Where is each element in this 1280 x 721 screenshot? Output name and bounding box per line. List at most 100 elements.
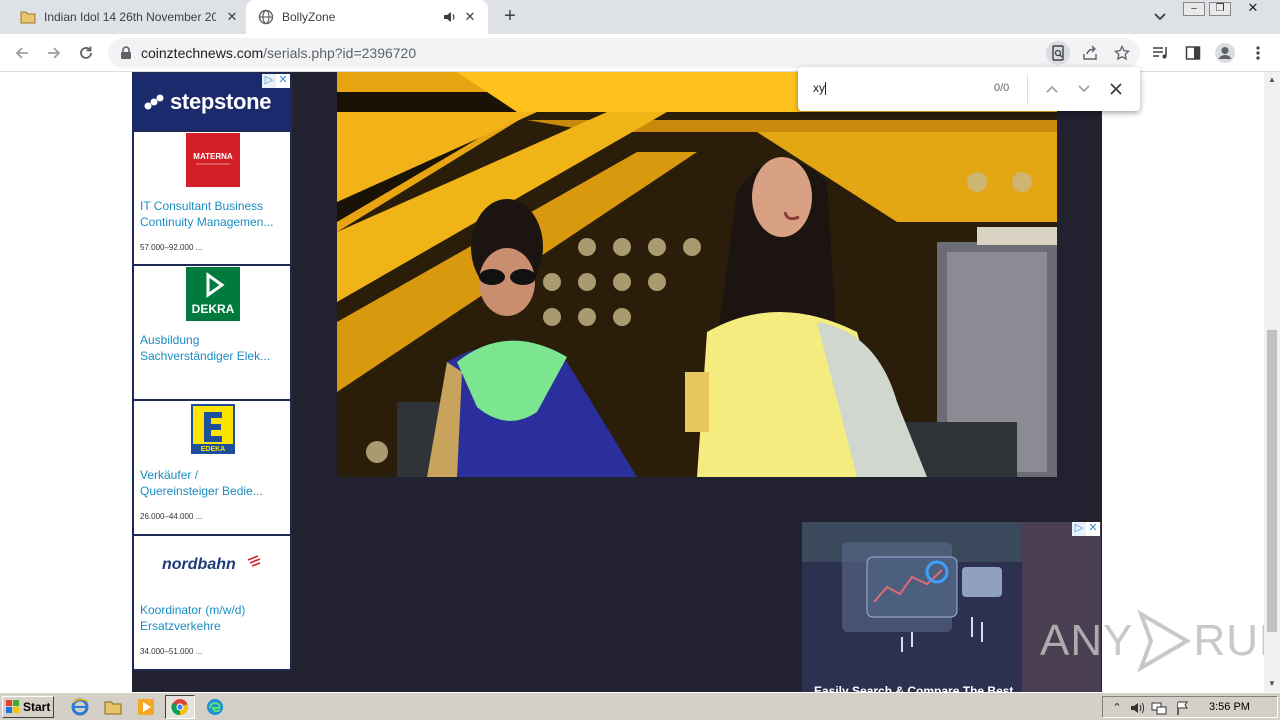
scrollbar-thumb[interactable] bbox=[1267, 330, 1277, 632]
watermark-text-left: ANY bbox=[1040, 616, 1134, 665]
job-title: Ausbildung Sachverständiger Elek... bbox=[140, 332, 288, 364]
job-title-line: Ersatzverkehre bbox=[140, 619, 221, 633]
salary-text: 26.000–44.000 ... bbox=[140, 512, 203, 521]
find-query-text: xy bbox=[813, 81, 825, 95]
reload-icon[interactable] bbox=[74, 41, 98, 65]
chrome-taskbar-icon[interactable] bbox=[165, 695, 195, 719]
url-path: /serials.php?id=2396720 bbox=[263, 45, 417, 61]
tab-title: Indian Idol 14 26th November 2023 V bbox=[44, 10, 216, 24]
find-divider bbox=[1027, 75, 1028, 103]
find-bar: xy 0/0 bbox=[798, 67, 1140, 111]
tab-indian-idol[interactable]: Indian Idol 14 26th November 2023 V ✕ bbox=[0, 0, 246, 34]
url-domain: coinztechnews.com bbox=[141, 45, 264, 61]
job-title-line: Ausbildung bbox=[140, 333, 200, 347]
window-close-button[interactable]: ✕ bbox=[1240, 1, 1266, 16]
salary-text: 34.000–51.000 ... bbox=[140, 647, 203, 656]
close-tab-icon[interactable]: ✕ bbox=[224, 9, 240, 25]
job-title-line: Quereinsteiger Bedie... bbox=[140, 484, 263, 498]
nordbahn-logo-text: nordbahn bbox=[162, 556, 236, 573]
page-margin bbox=[0, 72, 132, 692]
video-frame-image bbox=[337, 72, 1057, 477]
tab-title: BollyZone bbox=[282, 10, 336, 24]
job-title: Koordinator (m/w/d) Ersatzverkehre bbox=[140, 602, 288, 634]
minimize-button[interactable]: – bbox=[1183, 2, 1205, 16]
job-title-line: Continuity Managemen... bbox=[140, 215, 274, 229]
bookmark-star-icon[interactable] bbox=[1110, 41, 1134, 65]
windows-taskbar: Start ⌃ 3:56 PM bbox=[0, 692, 1280, 720]
adchoices-icon[interactable]: ▷ bbox=[262, 74, 276, 88]
find-input[interactable]: xy bbox=[813, 81, 826, 96]
network-icon[interactable] bbox=[1151, 700, 1167, 716]
dekra-logo-text: DEKRA bbox=[192, 302, 235, 316]
job-title: Verkäufer / Quereinsteiger Bedie... bbox=[140, 467, 288, 499]
start-label: Start bbox=[23, 700, 51, 714]
media-player-icon[interactable] bbox=[136, 697, 156, 717]
nordbahn-logo: nordbahn bbox=[160, 537, 264, 591]
stepstone-wordmark: stepstone bbox=[170, 89, 272, 114]
volume-icon[interactable] bbox=[1129, 700, 1145, 716]
close-icon[interactable] bbox=[1104, 77, 1128, 101]
job-title: IT Consultant Business Continuity Manage… bbox=[140, 198, 288, 230]
tab-strip: Indian Idol 14 26th November 2023 V ✕ Bo… bbox=[0, 0, 1280, 34]
globe-icon bbox=[258, 9, 274, 25]
materna-logo: MATERNA bbox=[186, 133, 240, 187]
text-caret bbox=[825, 82, 826, 96]
new-tab-button[interactable]: + bbox=[498, 5, 522, 29]
tray-expand-icon[interactable]: ⌃ bbox=[1109, 700, 1125, 716]
job-title-line: IT Consultant Business bbox=[140, 199, 264, 213]
edge-icon[interactable] bbox=[205, 697, 225, 717]
ad-close-icon[interactable]: ✕ bbox=[1086, 522, 1100, 536]
chevron-down-icon[interactable] bbox=[1072, 77, 1096, 101]
anyrun-watermark: ANY RUN bbox=[1040, 610, 1264, 672]
share-icon[interactable] bbox=[1078, 41, 1102, 65]
video-player[interactable] bbox=[337, 72, 1057, 477]
taskbar-clock: 3:56 PM bbox=[1209, 701, 1250, 713]
kebab-menu-icon[interactable] bbox=[1246, 41, 1270, 65]
tab-bollyzone[interactable]: BollyZone ✕ bbox=[246, 0, 488, 34]
edeka-logo-text: EDEKA bbox=[201, 446, 226, 453]
ad-close-icon[interactable]: ✕ bbox=[276, 74, 290, 88]
job-ad-card[interactable]: MATERNA IT Consultant Business Continuit… bbox=[134, 130, 290, 264]
dekra-logo: DEKRA bbox=[186, 267, 240, 321]
job-ad-card[interactable]: nordbahn Koordinator (m/w/d) Ersatzverke… bbox=[134, 534, 290, 668]
page-scrollbar[interactable]: ▲ ▼ bbox=[1264, 72, 1280, 692]
file-explorer-icon[interactable] bbox=[103, 697, 123, 717]
ad-headline: Easily Search & Compare The Best bbox=[814, 684, 1014, 692]
media-control-icon[interactable] bbox=[1149, 41, 1173, 65]
side-panel-icon[interactable] bbox=[1181, 41, 1205, 65]
chevron-up-icon[interactable] bbox=[1040, 77, 1064, 101]
job-title-line: Sachverständiger Elek... bbox=[140, 349, 271, 363]
url-text: coinztechnews.com/serials.php?id=2396720 bbox=[141, 45, 416, 61]
materna-logo-text: MATERNA bbox=[193, 152, 233, 161]
page-viewport: stepstone ▷ ✕ MATERNA IT Consultant Busi… bbox=[0, 72, 1264, 692]
close-tab-icon[interactable]: ✕ bbox=[462, 9, 478, 25]
action-center-flag-icon[interactable] bbox=[1175, 700, 1191, 716]
job-title-line: Koordinator (m/w/d) bbox=[140, 603, 246, 617]
lock-icon[interactable] bbox=[120, 46, 132, 60]
scroll-up-arrow-icon[interactable]: ▲ bbox=[1264, 72, 1280, 88]
watermark-text-right: RUN bbox=[1193, 616, 1264, 665]
back-arrow-icon[interactable] bbox=[10, 41, 34, 65]
edeka-logo: EDEKA bbox=[186, 402, 240, 456]
left-job-ad[interactable]: stepstone ▷ ✕ MATERNA IT Consultant Busi… bbox=[132, 72, 292, 671]
maximize-button[interactable]: ❐ bbox=[1209, 2, 1231, 16]
job-ad-card[interactable]: EDEKA Verkäufer / Quereinsteiger Bedie..… bbox=[134, 399, 290, 533]
profile-avatar-icon[interactable] bbox=[1213, 41, 1237, 65]
start-button[interactable]: Start bbox=[2, 696, 54, 718]
windows-flag-icon bbox=[6, 700, 19, 713]
adchoices-icon[interactable]: ▷ bbox=[1072, 522, 1086, 536]
stepstone-logo-icon bbox=[144, 94, 164, 110]
speaker-icon[interactable] bbox=[442, 9, 458, 25]
address-bar[interactable]: coinztechnews.com/serials.php?id=2396720 bbox=[108, 38, 1140, 68]
chevron-down-icon[interactable] bbox=[1150, 8, 1170, 26]
find-in-page-icon[interactable] bbox=[1046, 41, 1070, 65]
job-title-line: Verkäufer / bbox=[140, 468, 199, 482]
salary-text: 57.000–92.000 ... bbox=[140, 243, 203, 252]
job-ad-card[interactable]: DEKRA Ausbildung Sachverständiger Elek..… bbox=[134, 264, 290, 398]
forward-arrow-icon[interactable] bbox=[42, 41, 66, 65]
scroll-down-arrow-icon[interactable]: ▼ bbox=[1264, 676, 1280, 692]
folder-icon bbox=[20, 9, 36, 25]
play-triangle-icon bbox=[1137, 610, 1192, 672]
internet-explorer-icon[interactable] bbox=[70, 697, 90, 717]
find-match-count: 0/0 bbox=[994, 82, 1010, 94]
